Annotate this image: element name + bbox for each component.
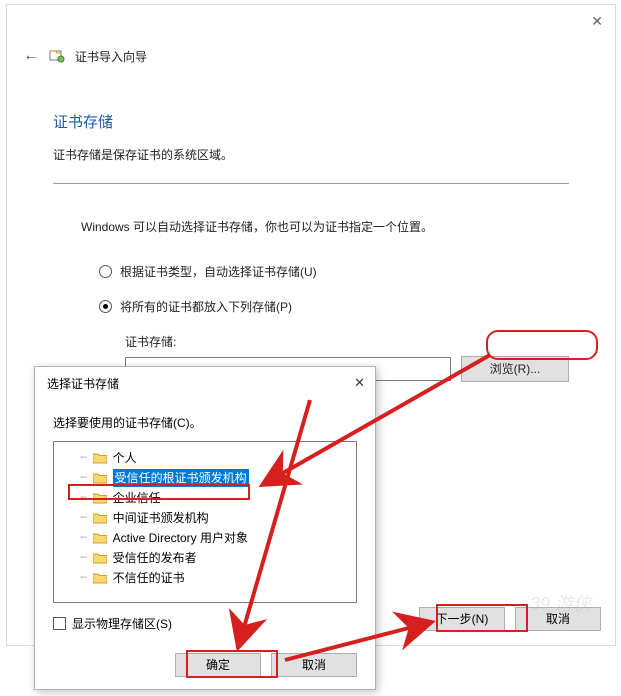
checkbox-icon — [53, 617, 66, 630]
tree-item-ad-user-object[interactable]: ┈ Active Directory 用户对象 — [58, 528, 352, 548]
radio-group: 根据证书类型，自动选择证书存储(U) 将所有的证书都放入下列存储(P) — [53, 263, 569, 315]
radio-auto-select[interactable]: 根据证书类型，自动选择证书存储(U) — [99, 263, 569, 280]
tree-item-label: 中间证书颁发机构 — [113, 509, 209, 527]
folder-icon — [93, 472, 107, 484]
folder-icon — [93, 532, 107, 544]
tree-item-label: Active Directory 用户对象 — [113, 529, 248, 547]
close-icon[interactable]: ✕ — [354, 375, 365, 391]
tree-item-label: 不信任的证书 — [113, 569, 185, 587]
tree-branch-icon: ┈ — [80, 569, 85, 587]
browse-button[interactable]: 浏览(R)... — [461, 356, 569, 382]
folder-icon — [93, 492, 107, 504]
divider — [53, 183, 569, 184]
cancel-button[interactable]: 取消 — [515, 607, 601, 631]
radio-place-all[interactable]: 将所有的证书都放入下列存储(P) — [99, 298, 569, 315]
tree-item-trusted-publishers[interactable]: ┈ 受信任的发布者 — [58, 548, 352, 568]
tree-item-trusted-root[interactable]: ┈ 受信任的根证书颁发机构 — [58, 468, 352, 488]
tree-item-intermediate-ca[interactable]: ┈ 中间证书颁发机构 — [58, 508, 352, 528]
wizard-header: ← 证书导入向导 — [7, 41, 615, 71]
folder-icon — [93, 572, 107, 584]
select-store-dialog: 选择证书存储 ✕ 选择要使用的证书存储(C)。 ┈ 个人 ┈ 受信任的根证书颁发… — [34, 366, 376, 690]
tree-branch-icon: ┈ — [80, 449, 85, 467]
tree-item-label: 受信任的发布者 — [113, 549, 197, 567]
back-arrow-icon[interactable]: ← — [23, 47, 39, 65]
wizard-content: 证书存储 证书存储是保存证书的系统区域。 Windows 可以自动选择证书存储，… — [7, 71, 615, 382]
radio-auto-label: 根据证书类型，自动选择证书存储(U) — [120, 263, 317, 280]
wizard-footer: 下一步(N) 取消 — [419, 607, 601, 631]
tree-item-label: 受信任的根证书颁发机构 — [113, 469, 249, 487]
radio-place-label: 将所有的证书都放入下列存储(P) — [120, 298, 292, 315]
dialog-title: 选择证书存储 — [47, 377, 119, 391]
dialog-titlebar: 选择证书存储 ✕ — [35, 367, 375, 400]
dialog-footer: 确定 取消 — [175, 653, 357, 677]
radio-icon — [99, 265, 112, 278]
show-physical-checkbox[interactable]: 显示物理存储区(S) — [35, 603, 375, 644]
tree-branch-icon: ┈ — [80, 469, 85, 487]
close-icon[interactable]: ✕ — [591, 13, 603, 30]
show-physical-label: 显示物理存储区(S) — [72, 615, 172, 632]
radio-icon — [99, 300, 112, 313]
tree-branch-icon: ┈ — [80, 529, 85, 547]
store-label: 证书存储: — [53, 333, 569, 350]
tree-item-personal[interactable]: ┈ 个人 — [58, 448, 352, 468]
next-button[interactable]: 下一步(N) — [419, 607, 505, 631]
dialog-subtitle: 选择要使用的证书存储(C)。 — [35, 400, 375, 441]
section-subheading: 证书存储是保存证书的系统区域。 — [53, 146, 569, 163]
tree-item-label: 个人 — [113, 449, 137, 467]
tree-branch-icon: ┈ — [80, 489, 85, 507]
titlebar: ✕ — [7, 5, 615, 41]
certificate-wizard-icon — [49, 48, 65, 64]
section-heading: 证书存储 — [53, 111, 569, 132]
folder-icon — [93, 452, 107, 464]
folder-icon — [93, 552, 107, 564]
tree-branch-icon: ┈ — [80, 549, 85, 567]
store-tree[interactable]: ┈ 个人 ┈ 受信任的根证书颁发机构 ┈ 企业信任 ┈ 中间证书颁发机构 ┈ A… — [53, 441, 357, 603]
tree-branch-icon: ┈ — [80, 509, 85, 527]
cancel-button[interactable]: 取消 — [271, 653, 357, 677]
folder-icon — [93, 512, 107, 524]
wizard-title: 证书导入向导 — [75, 48, 147, 65]
tree-item-untrusted-certs[interactable]: ┈ 不信任的证书 — [58, 568, 352, 588]
tree-item-label: 企业信任 — [113, 489, 161, 507]
ok-button[interactable]: 确定 — [175, 653, 261, 677]
tree-item-enterprise-trust[interactable]: ┈ 企业信任 — [58, 488, 352, 508]
description-paragraph: Windows 可以自动选择证书存储，你也可以为证书指定一个位置。 — [53, 218, 569, 235]
